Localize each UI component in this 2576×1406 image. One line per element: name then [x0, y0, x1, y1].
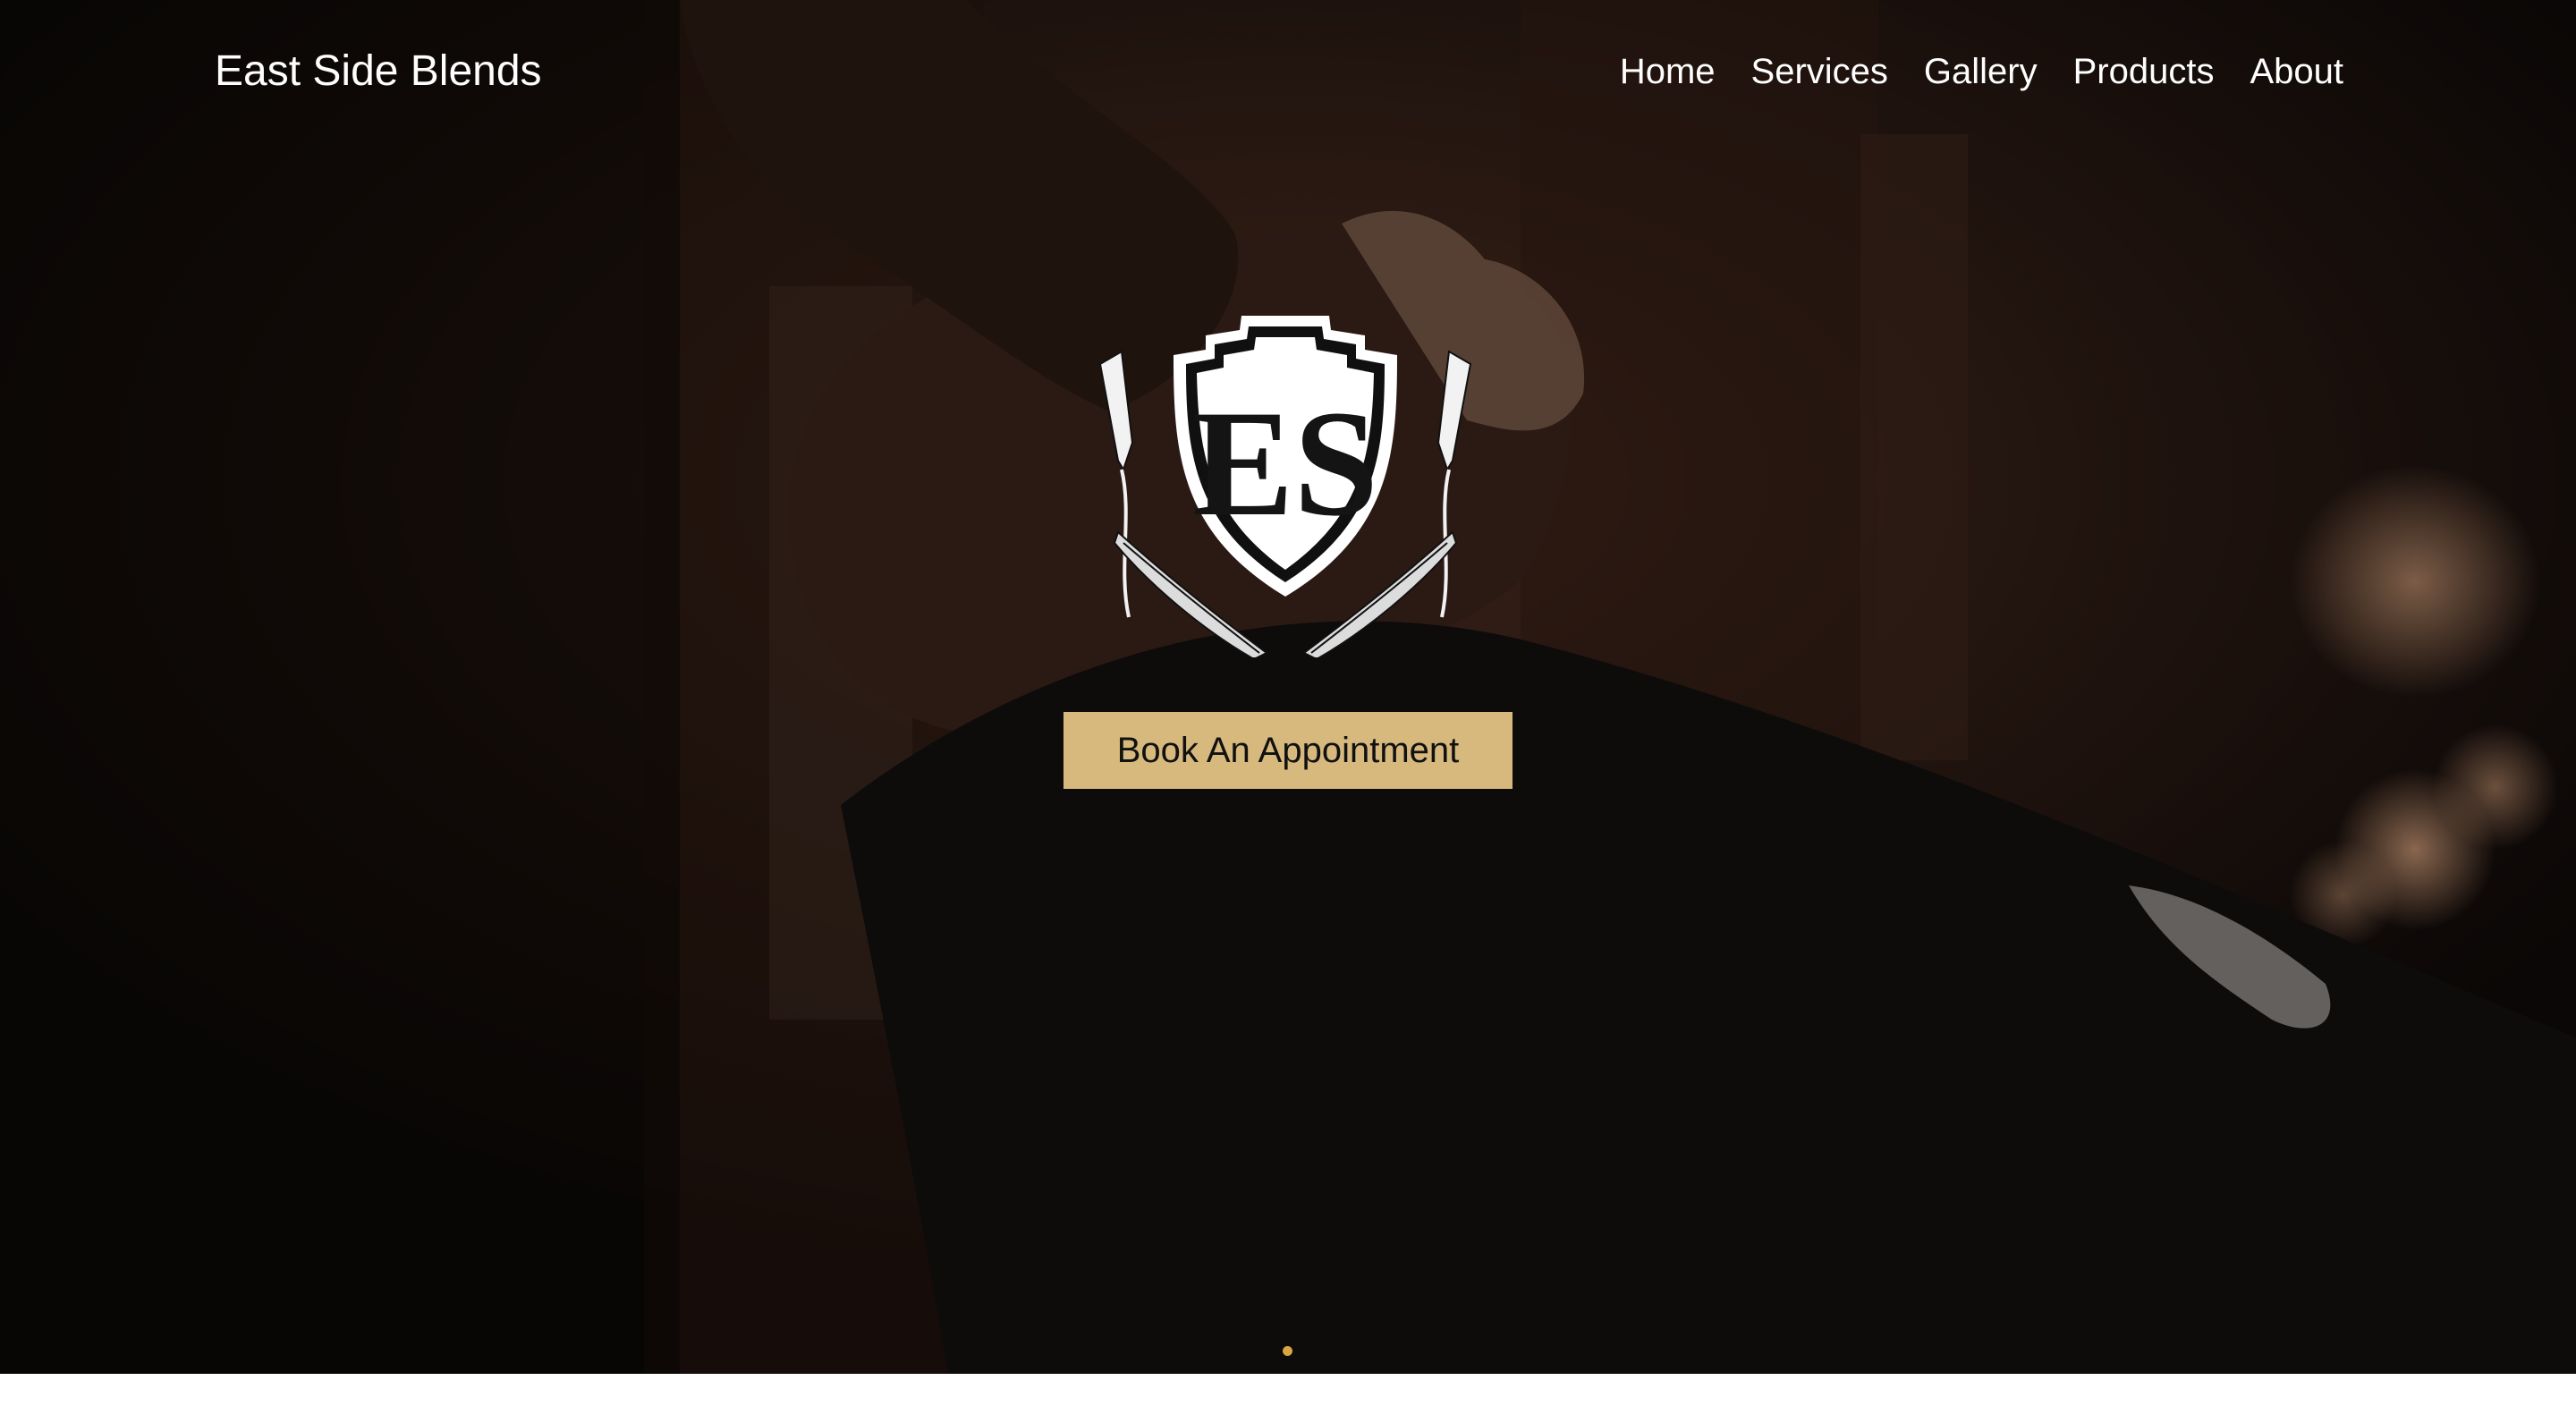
east-side-crest-logo-icon: ES — [1098, 316, 1472, 657]
site-header: East Side Blends Home Services Gallery P… — [0, 0, 2576, 143]
hero-background-image — [0, 0, 2576, 1374]
book-appointment-button[interactable]: Book An Appointment — [1063, 712, 1513, 789]
slider-dot-active[interactable] — [1283, 1346, 1292, 1356]
nav-about[interactable]: About — [2250, 47, 2343, 97]
nav-gallery[interactable]: Gallery — [1924, 47, 2038, 97]
svg-text:ES: ES — [1192, 379, 1378, 547]
nav-list: Home Services Gallery Products About — [1620, 47, 2343, 97]
brand-name[interactable]: East Side Blends — [215, 45, 542, 98]
hero-section: East Side Blends Home Services Gallery P… — [0, 0, 2576, 1374]
nav-home[interactable]: Home — [1620, 47, 1716, 97]
page-bottom-strip — [0, 1374, 2576, 1406]
nav-products[interactable]: Products — [2073, 47, 2215, 97]
nav-services[interactable]: Services — [1751, 47, 1888, 97]
